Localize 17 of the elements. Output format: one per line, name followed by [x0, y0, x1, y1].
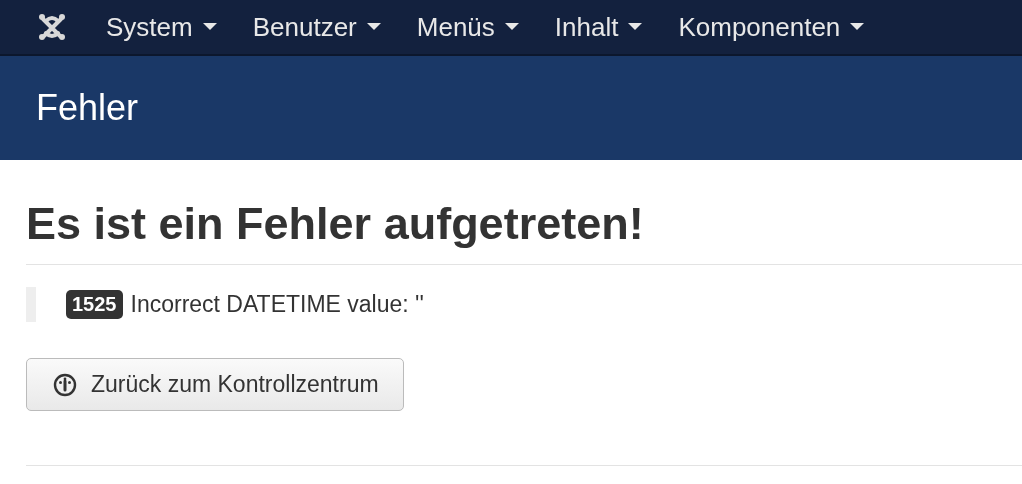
page-title: Fehler: [36, 87, 139, 129]
error-heading: Es ist ein Fehler aufgetreten!: [26, 198, 645, 250]
logo-icon[interactable]: [36, 11, 68, 43]
menu-item[interactable]: Menüs: [398, 11, 537, 43]
dashboard-gauge-icon: [53, 372, 77, 397]
back-to-dashboard-button[interactable]: Zurück zum Kontrollzentrum: [26, 358, 404, 411]
error-code-badge: 1525: [66, 290, 123, 319]
menu-item[interactable]: Inhalt: [536, 11, 661, 43]
caret-icon: [850, 23, 865, 31]
menu-item[interactable]: Komponenten: [660, 11, 883, 43]
caret-icon: [366, 23, 381, 31]
menu-item[interactable]: System: [88, 11, 235, 43]
caret-icon: [504, 23, 519, 31]
error-message: Incorrect DATETIME value: '': [130, 291, 424, 318]
caret-icon: [628, 23, 643, 31]
caret-icon: [202, 23, 217, 31]
menu-item[interactable]: Benutzer: [234, 11, 399, 43]
